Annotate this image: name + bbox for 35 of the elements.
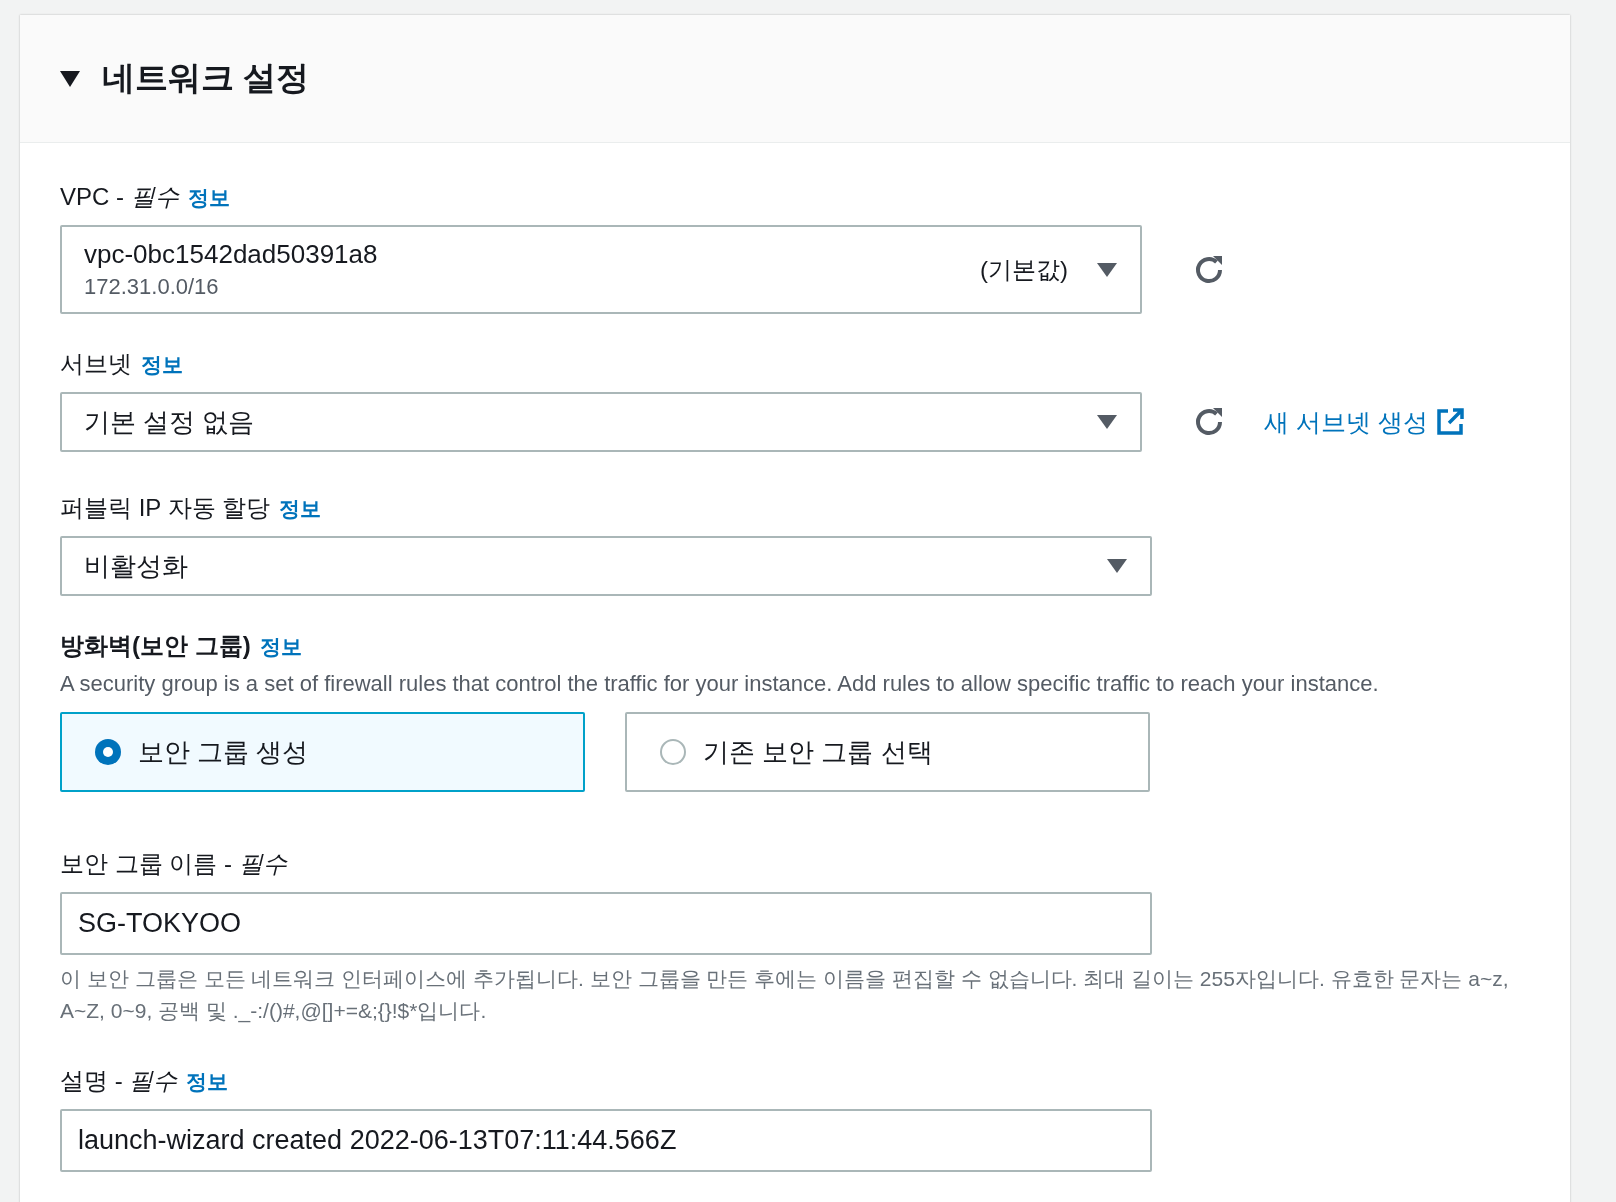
caret-icon — [60, 70, 80, 87]
field-label: 보안 그룹 이름 - 필수 — [60, 849, 287, 879]
input-field[interactable]: SG-TOKYOO — [60, 892, 1152, 955]
field-label: 설명 - 필수 — [60, 1066, 178, 1096]
section-title: 네트워크 설정 — [102, 58, 310, 98]
external-link-icon — [1435, 408, 1464, 436]
field-description: A security group is a set of firewall rules that control the traffic for your instance. Add rules to allow specific traffic to reach your instance. — [60, 670, 1380, 698]
collapse-toggle[interactable] — [60, 70, 80, 87]
caret-icon — [1106, 558, 1128, 574]
select-value: 기본 설정 없음 — [84, 405, 256, 439]
select-value: vpc-0bc1542dad50391a8 — [84, 239, 379, 270]
default-tag: (기본값) — [980, 253, 1068, 286]
input-field[interactable]: launch-wizard created 2022-06-13T07:11:44.566Z — [60, 1109, 1152, 1172]
radio-option[interactable]: 기존 보안 그룹 선택 — [625, 712, 1150, 792]
select-value: 비활성화 — [84, 549, 189, 583]
select-field[interactable]: 비활성화 — [60, 536, 1152, 596]
radio-option[interactable]: 보안 그룹 생성 — [60, 712, 585, 792]
info-link[interactable]: 정보 — [259, 633, 302, 661]
select-field[interactable]: vpc-0bc1542dad50391a8 172.31.0.0/16 (기본값) — [60, 225, 1142, 314]
field-hint: 이 보안 그룹은 모든 네트워크 인터페이스에 추가됩니다. 보안 그룹을 만든 후에는 이름을 편집할 수 없습니다. 최대 길이는 255자입니다. 유효한 문자는 a~z, A~Z, 0~9, 공백 및 ._-:/()#,@[]+=&;{}!$*입니다. — [60, 966, 1510, 1025]
select-field[interactable]: 기본 설정 없음 — [60, 392, 1142, 452]
info-link[interactable]: 정보 — [187, 184, 230, 212]
radio-icon — [659, 738, 687, 766]
create-subnet-link[interactable]: 새 서브넷 생성 — [1264, 405, 1464, 439]
info-link[interactable]: 정보 — [279, 495, 322, 523]
caret-icon — [1096, 414, 1118, 430]
caret-icon — [1096, 261, 1118, 278]
field-label: 방화벽(보안 그룹) — [60, 631, 251, 661]
field-label: 퍼블릭 IP 자동 할당 — [60, 493, 271, 523]
info-link[interactable]: 정보 — [186, 1068, 229, 1096]
radio-icon — [94, 738, 122, 766]
field-label: 서브넷 — [60, 349, 132, 379]
info-link[interactable]: 정보 — [141, 351, 183, 379]
field-label: VPC - 필수 — [60, 182, 179, 212]
select-subtext: 172.31.0.0/16 — [84, 274, 220, 300]
